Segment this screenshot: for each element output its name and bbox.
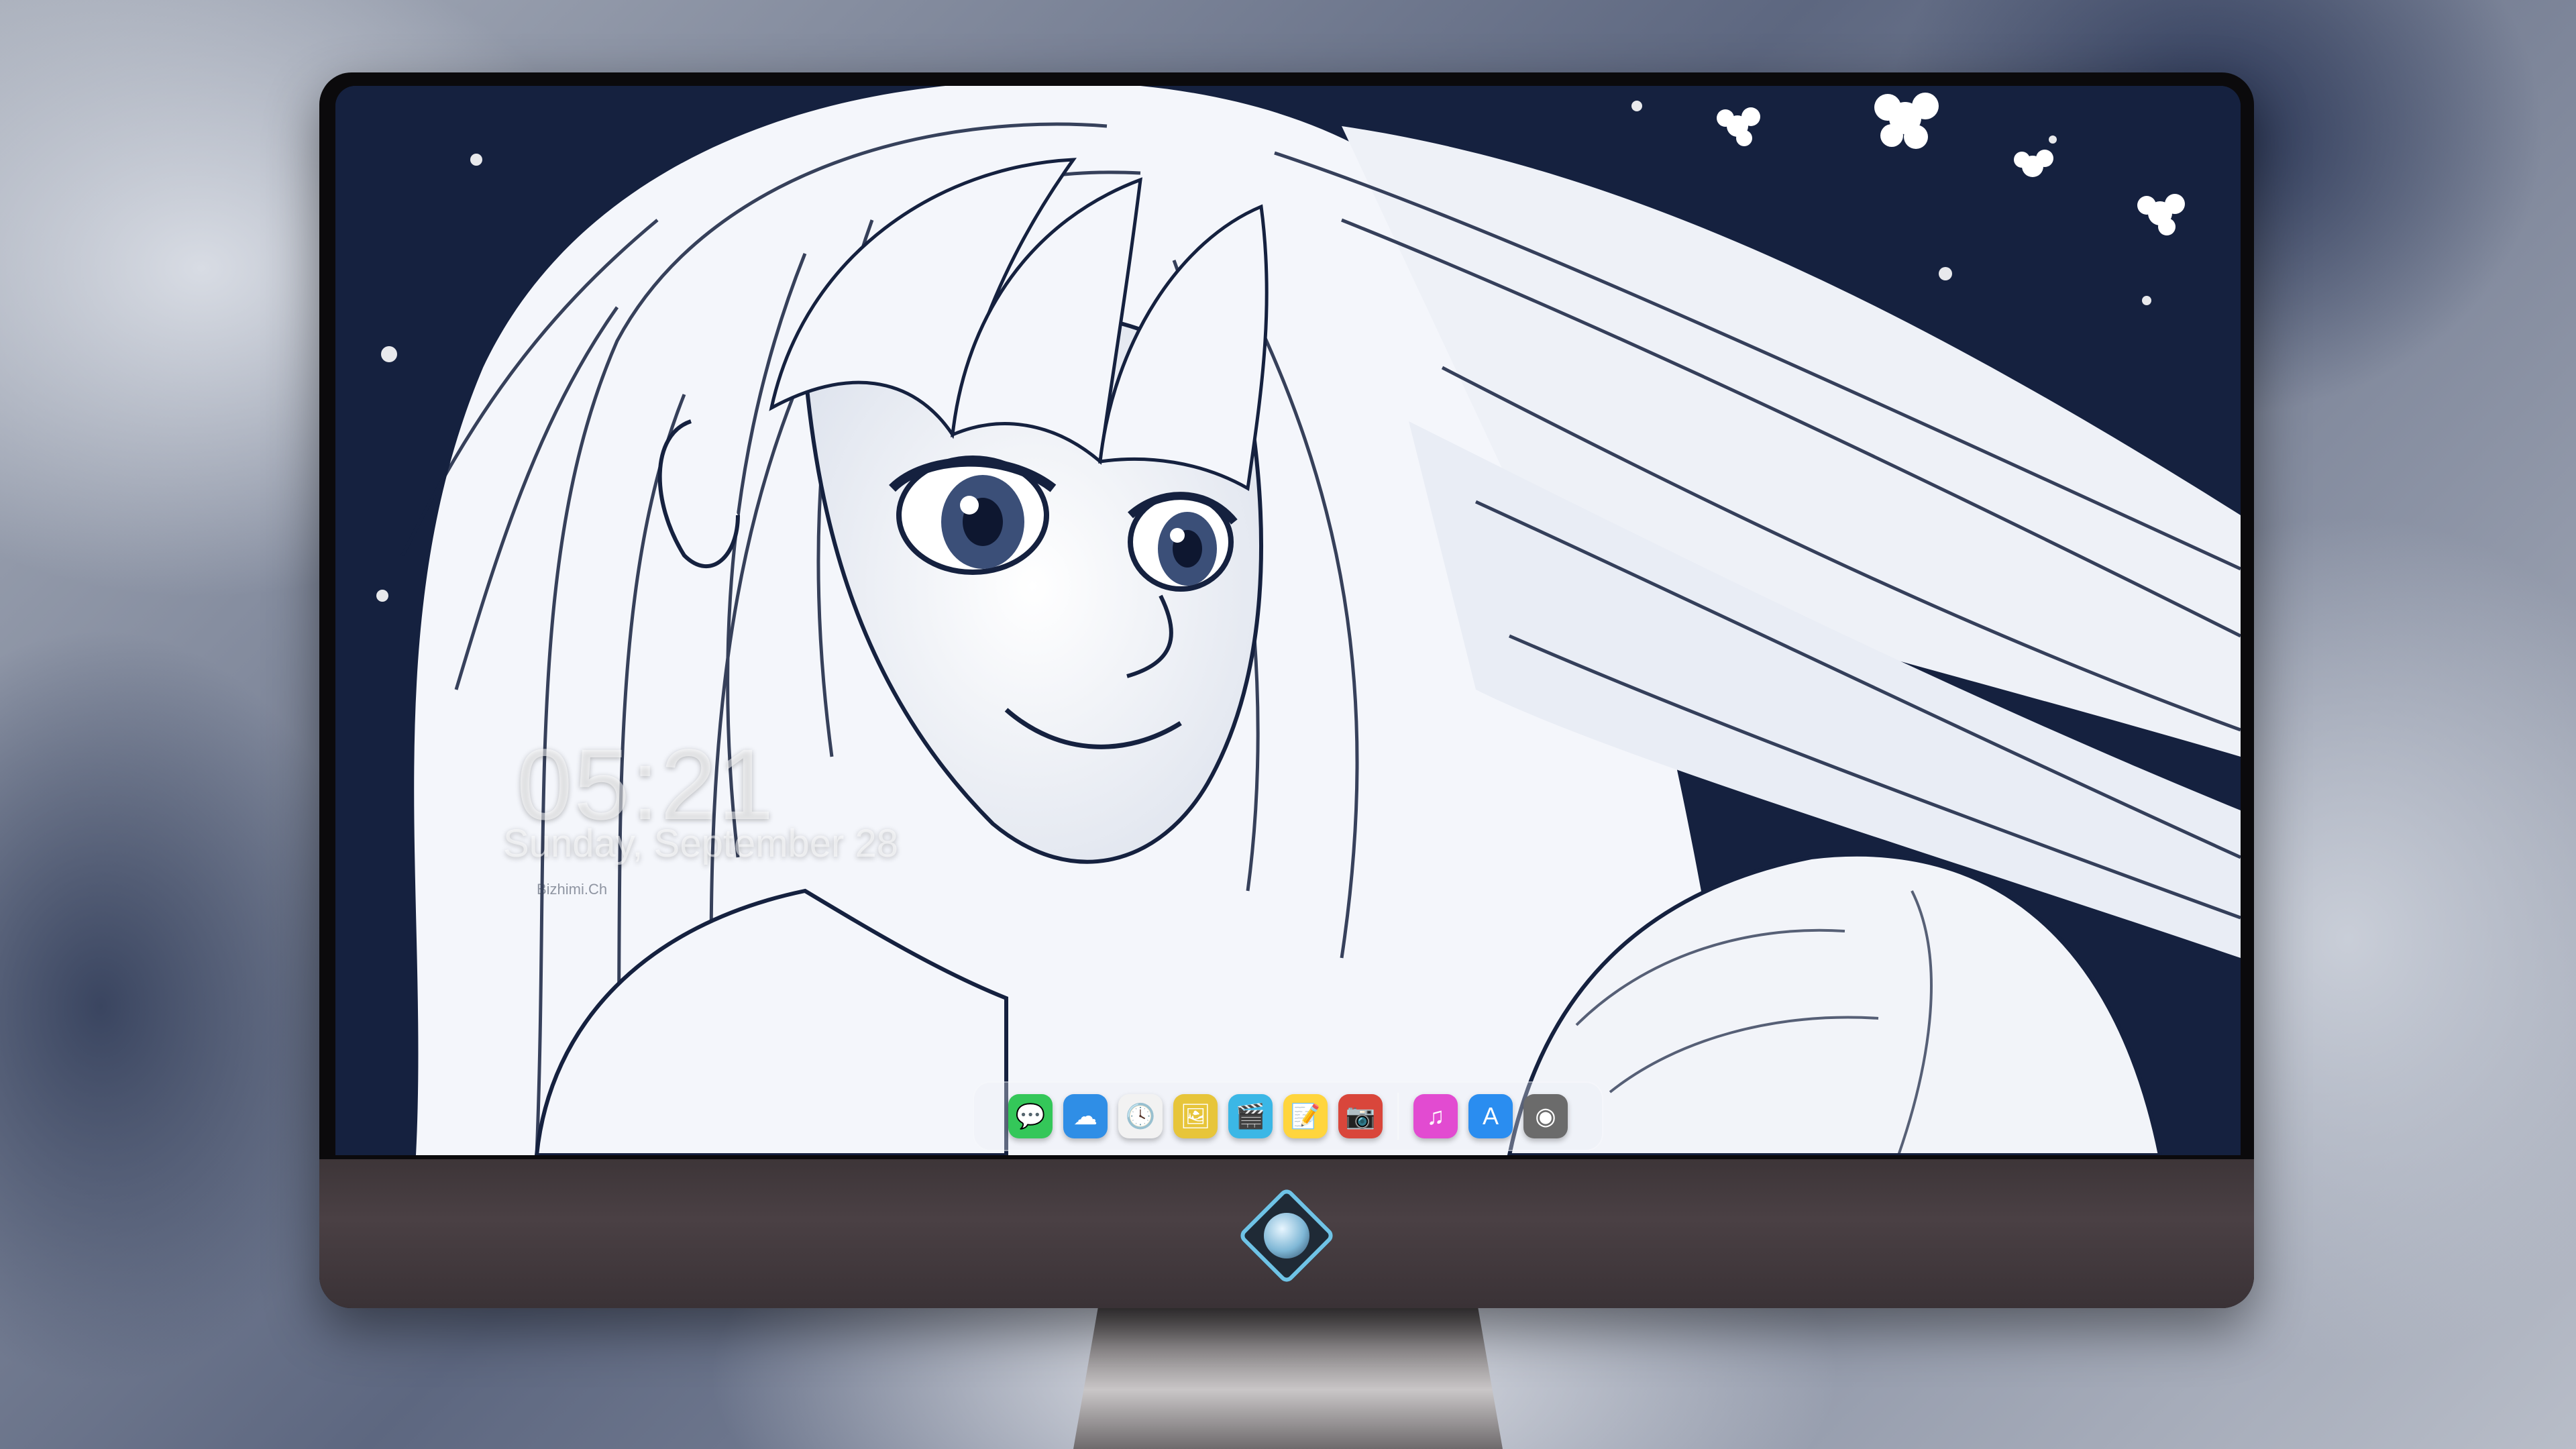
music-icon[interactable]: ♫ [1413, 1094, 1458, 1138]
camera-icon[interactable]: ◉ [1523, 1094, 1568, 1138]
wallpaper-watermark: Bizhimi.Ch [537, 881, 608, 898]
anime-wallpaper [335, 86, 2241, 1155]
dock: 💬 ☁ 🕓 🖼 🎬 📝 📷 ♫ A ◉ [973, 1081, 1603, 1151]
clock-icon[interactable]: 🕓 [1118, 1094, 1163, 1138]
app-store-icon[interactable]: A [1468, 1094, 1513, 1138]
weather-icon[interactable]: ☁ [1063, 1094, 1108, 1138]
screen: 05:21 Sunday, September 28 Bizhimi.Ch 💬 ☁… [335, 86, 2241, 1155]
brand-logo-emblem [1264, 1213, 1309, 1258]
photo-booth-icon[interactable]: 📷 [1338, 1094, 1383, 1138]
notes-icon[interactable]: 📝 [1283, 1094, 1328, 1138]
messages-icon[interactable]: 💬 [1008, 1094, 1053, 1138]
preview-icon[interactable]: 🖼 [1173, 1094, 1218, 1138]
lockscreen-date: Sunday, September 28 [503, 822, 898, 865]
dock-separator [1397, 1093, 1399, 1140]
clips-icon[interactable]: 🎬 [1228, 1094, 1273, 1138]
monitor-stand [1073, 1301, 1503, 1449]
